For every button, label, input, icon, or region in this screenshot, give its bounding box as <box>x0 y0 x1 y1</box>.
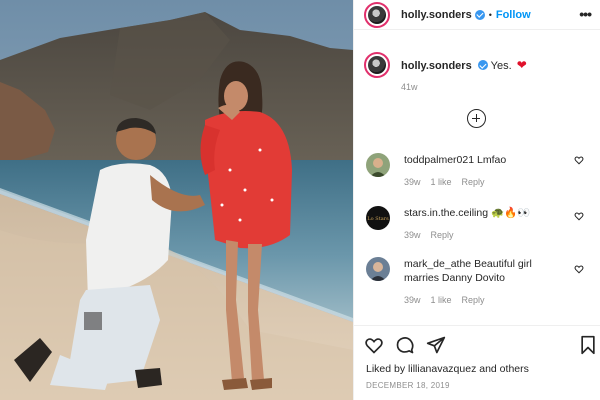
post-date[interactable]: DECEMBER 18, 2019 <box>366 381 450 390</box>
comment-body: 🐢🔥👀 <box>490 207 531 219</box>
comment-username[interactable]: toddpalmer021 <box>404 154 474 166</box>
comment-time[interactable]: 39w <box>404 177 421 187</box>
comment-like-heart-icon[interactable] <box>574 264 584 274</box>
bookmark-icon[interactable] <box>578 335 598 355</box>
liked-by-prefix: Liked by <box>366 363 406 375</box>
paper-plane-icon[interactable] <box>426 335 446 355</box>
comment-body: Lmfao <box>476 154 507 166</box>
comment-meta: 39w 1 like Reply <box>404 295 485 305</box>
comment-avatar[interactable]: Lo Stars <box>366 206 390 230</box>
caption-text: holly.sonders Yes. ❤ <box>401 58 527 72</box>
comment-reply-button[interactable]: Reply <box>462 295 485 305</box>
comment-like-heart-icon[interactable] <box>574 155 584 165</box>
comment-avatar[interactable] <box>366 153 390 177</box>
caption-verified-badge-icon <box>477 60 488 70</box>
caption-timestamp[interactable]: 41w <box>401 82 418 92</box>
liked-by-text: Liked by lillianavazquez and others <box>366 363 529 375</box>
comment-username[interactable]: stars.in.the.ceiling <box>404 207 488 219</box>
comment-like-heart-icon[interactable] <box>574 211 584 221</box>
comment-text: mark_de_athe Beautiful girl marries Dann… <box>404 257 564 285</box>
caption-body: Yes. <box>490 60 512 72</box>
plus-circle-icon[interactable] <box>467 109 486 128</box>
post-actions: Liked by lillianavazquez and others DECE… <box>354 325 600 400</box>
red-heart-emoji-icon: ❤ <box>516 58 527 72</box>
comment-likes[interactable]: 1 like <box>431 295 452 305</box>
proposal-photo-image <box>0 0 353 400</box>
post-side-panel: holly.sonders • Follow ••• holly.sonders… <box>353 0 600 400</box>
comment-text: toddpalmer021 Lmfao <box>404 153 564 167</box>
avatar-text: Lo Stars <box>367 216 389 222</box>
heart-icon[interactable] <box>364 335 384 355</box>
comment-reply-button[interactable]: Reply <box>431 230 454 240</box>
comment-time[interactable]: 39w <box>404 230 421 240</box>
comment-likes[interactable]: 1 like <box>431 177 452 187</box>
comment-meta: 39w 1 like Reply <box>404 177 485 187</box>
comment-text: stars.in.the.ceiling 🐢🔥👀 <box>404 206 564 220</box>
follow-button[interactable]: Follow <box>496 9 531 21</box>
more-options-icon[interactable]: ••• <box>579 6 592 22</box>
liked-by-username[interactable]: lillianavazquez <box>408 363 476 375</box>
post-photo[interactable] <box>0 0 353 400</box>
caption-avatar[interactable] <box>364 52 390 78</box>
comment-reply-button[interactable]: Reply <box>462 177 485 187</box>
comment-meta: 39w Reply <box>404 230 454 240</box>
caption-username[interactable]: holly.sonders <box>401 60 472 72</box>
liked-by-suffix[interactable]: and others <box>479 363 529 375</box>
profile-avatar[interactable] <box>364 1 390 28</box>
header-username[interactable]: holly.sonders <box>401 9 472 21</box>
post-header: holly.sonders • Follow ••• <box>354 0 600 30</box>
verified-badge-icon <box>474 9 485 20</box>
comment-username[interactable]: mark_de_athe <box>404 258 471 270</box>
comment-bubble-icon[interactable] <box>395 335 415 355</box>
comment-time[interactable]: 39w <box>404 295 421 305</box>
comment-avatar[interactable] <box>366 257 390 281</box>
header-separator: • <box>488 9 492 20</box>
